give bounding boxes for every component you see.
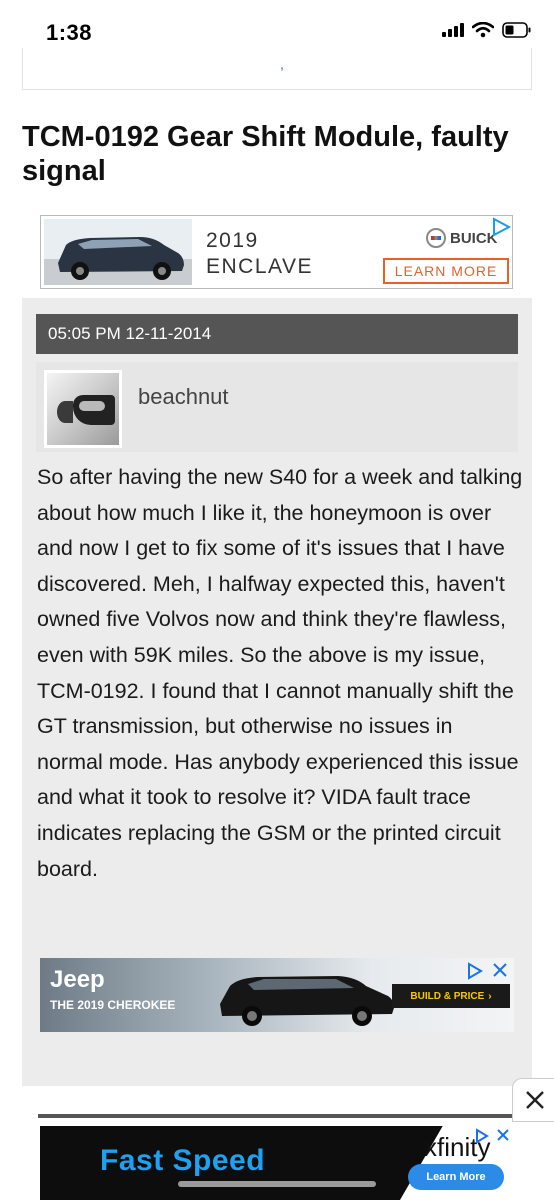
previous-card: , (22, 48, 532, 90)
ad-enclave-copy: 2019 ENCLAVE (206, 228, 313, 280)
status-time: 1:38 (46, 20, 93, 45)
chevron-right-icon: › (488, 990, 492, 1002)
ad-enclave-year: 2019 (206, 229, 259, 252)
ad-enclave-model: ENCLAVE (206, 255, 313, 278)
page-title: TCM-0192 Gear Shift Module, faulty signa… (22, 121, 509, 187)
buick-logo-icon (426, 228, 446, 248)
build-price-label: BUILD & PRICE (410, 990, 485, 1002)
suv-image (44, 219, 192, 285)
close-icon[interactable] (492, 962, 508, 978)
jeep-car-image (220, 976, 394, 1026)
ad-choices-icon[interactable] (466, 962, 484, 980)
ad-banner-jeep[interactable]: Jeep THE 2019 CHEROKEE BUILD & PRICE › (40, 958, 514, 1032)
learn-more-button[interactable]: LEARN MORE (383, 258, 509, 284)
ad-choices[interactable] (466, 962, 508, 980)
learn-more-button[interactable]: Learn More (408, 1164, 504, 1190)
build-price-button[interactable]: BUILD & PRICE › (392, 984, 510, 1008)
battery-icon (502, 22, 532, 38)
ad-banner-xfinity[interactable]: Fast Speed xfinity Learn More (40, 1126, 514, 1200)
wifi-icon (472, 22, 494, 38)
tail-light-image (57, 395, 115, 425)
jeep-brand: Jeep (50, 966, 105, 993)
fast-speed-headline: Fast Speed (100, 1144, 266, 1177)
status-icons (442, 22, 532, 38)
user-card[interactable]: beachnut (36, 362, 518, 452)
close-ad-button[interactable] (512, 1078, 554, 1122)
signal-icon (442, 23, 464, 37)
username[interactable]: beachnut (138, 384, 229, 410)
close-icon (525, 1091, 544, 1109)
avatar[interactable] (44, 370, 122, 448)
avatar-image (47, 373, 119, 445)
section-divider (38, 1114, 514, 1118)
post-body: So after having the new S40 for a week a… (37, 465, 523, 881)
ad-choices[interactable] (474, 1128, 510, 1144)
jeep-tagline: THE 2019 CHEROKEE (50, 998, 176, 1012)
buick-brand: BUICK (426, 228, 498, 248)
ad-banner-enclave[interactable]: 2019 ENCLAVE BUICK LEARN MORE (40, 215, 513, 289)
ad-choices-icon[interactable] (474, 1128, 490, 1144)
previous-card-mark: , (280, 56, 284, 72)
ad-choices-icon[interactable] (490, 216, 512, 238)
home-indicator[interactable] (178, 1181, 376, 1187)
close-icon[interactable] (496, 1128, 510, 1142)
post-timestamp: 05:05 PM 12-11-2014 (36, 314, 518, 354)
